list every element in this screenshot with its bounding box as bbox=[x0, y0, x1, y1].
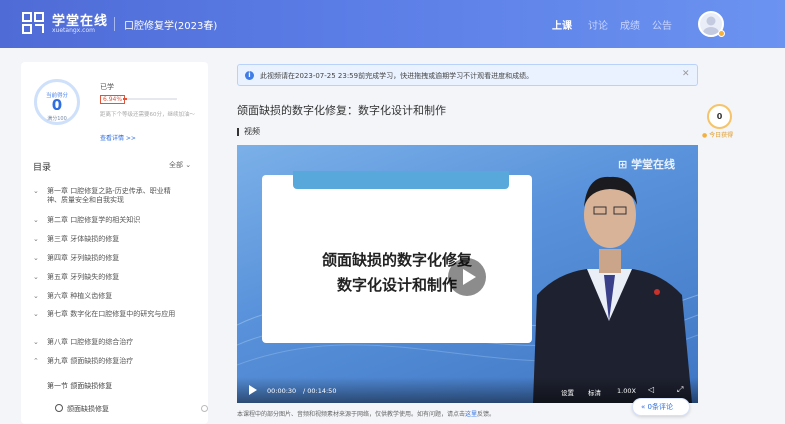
completion-status-icon bbox=[201, 405, 208, 412]
today-points-badge[interactable]: 0 bbox=[707, 104, 732, 129]
chapter-title: 第七章 数字化在口腔修复中的研究与应用 bbox=[47, 310, 176, 318]
play-icon[interactable] bbox=[249, 385, 257, 395]
level-note: 距离下个等级还需要60分，继续加油～ bbox=[100, 112, 195, 118]
nav-tab-discussion[interactable]: 讨论 bbox=[588, 17, 608, 32]
video-watermark: ⊞ 学堂在线 bbox=[618, 156, 675, 172]
current-score-value: 0 bbox=[51, 96, 63, 114]
learned-label: 已学 bbox=[100, 83, 114, 91]
chevron-icon: ⌄ bbox=[33, 254, 39, 262]
course-sidebar: 当前得分 0 满分100 已学 6.94% 距离下个等级还需要60分，继续加油～… bbox=[21, 62, 208, 424]
learned-percent: 6.94% bbox=[100, 95, 126, 104]
top-bar: 学堂在线 xuetangx.com 口腔修复学(2023春) 上课 讨论 成绩 … bbox=[0, 0, 785, 48]
current-time: 00:00:30 bbox=[267, 387, 297, 395]
chevron-icon: ⌄ bbox=[33, 292, 39, 300]
chapter-title: 第一章 口腔修复之路-历史传承、职业精神、质量安全和自我实现 bbox=[47, 187, 171, 204]
header-divider bbox=[114, 17, 115, 31]
video-controls: 00:00:30 / 00:14:50 设置 标清 1.00X ◁ ⤢ bbox=[237, 377, 698, 403]
lesson-item[interactable]: 颌面缺损修复 bbox=[67, 404, 109, 414]
toc-title: 目录 bbox=[33, 163, 52, 173]
fullscreen-icon[interactable]: ⤢ bbox=[677, 385, 683, 395]
nav-tab-grades[interactable]: 成绩 bbox=[620, 17, 640, 32]
chapter-title: 第三章 牙体缺损的修复 bbox=[47, 235, 120, 243]
close-icon[interactable]: ✕ bbox=[682, 69, 690, 79]
info-icon: i bbox=[245, 71, 254, 80]
today-earned-text: 今日获得 bbox=[709, 132, 734, 139]
watermark-text: 学堂在线 bbox=[631, 158, 676, 171]
chapter-title: 第五章 牙列缺失的修复 bbox=[47, 273, 120, 281]
toc-filter-dropdown[interactable]: 全部 ⌄ bbox=[169, 160, 191, 170]
total-time: / 00:14:50 bbox=[303, 387, 337, 395]
nav-tab-class[interactable]: 上课 bbox=[552, 17, 572, 32]
learned-progress-bar bbox=[123, 98, 177, 100]
chapter-title: 第八章 口腔修复的综合治疗 bbox=[47, 338, 134, 346]
chapter-title: 第二章 口腔修复学的相关知识 bbox=[47, 216, 141, 224]
video-player[interactable]: 颌面缺损的数字化修复 数字化设计和制作 ⊞ 学堂在线 00:00:30 / 00… bbox=[237, 145, 698, 403]
full-score-label: 满分100 bbox=[47, 116, 67, 122]
chapter-title: 第六章 种植义齿修复 bbox=[47, 292, 113, 300]
section-item[interactable]: 第一节 颌面缺损修复 bbox=[47, 381, 112, 391]
deadline-notice: i 此视频请在2023-07-25 23:59前完成学习，快进拖拽或逾期学习不计… bbox=[237, 64, 698, 86]
comments-button[interactable]: « 0条评论 bbox=[632, 398, 690, 416]
chapter-title: 第九章 颌面缺损的修复治疗 bbox=[47, 357, 134, 365]
chevron-icon: ⌄ bbox=[33, 187, 39, 195]
chevron-icon: ⌄ bbox=[33, 310, 39, 318]
comments-count: 0条评论 bbox=[647, 403, 673, 411]
copyright-note: 本课程中的部分图片、音频和视频素材来源于网络，仅供教学使用。如有问题，请点击这里… bbox=[237, 409, 495, 418]
double-chevron-left-icon: « bbox=[641, 403, 646, 411]
presenter-figure bbox=[533, 176, 692, 403]
logo-subtext: xuetangx.com bbox=[52, 27, 95, 34]
toc-filter-label: 全部 bbox=[169, 161, 183, 169]
chevron-icon: ⌄ bbox=[33, 216, 39, 224]
volume-icon[interactable]: ◁ bbox=[648, 385, 654, 394]
learned-progress-fill bbox=[123, 98, 127, 100]
score-ring: 当前得分 0 满分100 bbox=[34, 79, 80, 125]
feedback-link[interactable]: 这里 bbox=[465, 411, 477, 418]
copyright-note-prefix: 本课程中的部分图片、音频和视频素材来源于网络，仅供教学使用。如有问题，请点击 bbox=[237, 411, 466, 418]
chevron-icon: ⌄ bbox=[33, 235, 39, 243]
slide-board-tab bbox=[293, 171, 509, 189]
nav-tab-announcements[interactable]: 公告 bbox=[652, 17, 672, 32]
chevron-icon: ⌄ bbox=[33, 338, 39, 346]
chevron-down-icon: ⌄ bbox=[185, 161, 192, 169]
course-title: 口腔修复学(2023春) bbox=[124, 21, 218, 32]
copyright-note-suffix: 反馈。 bbox=[477, 411, 496, 418]
avatar-status-dot bbox=[718, 30, 725, 37]
notice-text: 此视频请在2023-07-25 23:59前完成学习，快进拖拽或逾期学习不计观看… bbox=[260, 72, 534, 80]
speed-button[interactable]: 1.00X bbox=[617, 387, 636, 395]
big-play-button[interactable] bbox=[448, 258, 486, 296]
coin-icon: ● bbox=[702, 132, 708, 139]
chevron-up-icon: ⌃ bbox=[33, 357, 39, 365]
view-details-link[interactable]: 查看详情 >> bbox=[100, 133, 136, 142]
video-section-label: 视频 bbox=[237, 128, 260, 136]
chapter-title: 第四章 牙列缺损的修复 bbox=[47, 254, 120, 262]
today-earned-label: ● 今日获得 bbox=[702, 130, 733, 139]
chevron-icon: ⌄ bbox=[33, 273, 39, 281]
lesson-title: 颌面缺损的数字化修复：数字化设计和制作 bbox=[237, 104, 446, 117]
xuetangx-logo-icon[interactable] bbox=[22, 12, 44, 34]
quality-button[interactable]: 标清 bbox=[588, 387, 601, 397]
play-circle-icon bbox=[55, 404, 63, 412]
settings-button[interactable]: 设置 bbox=[561, 387, 574, 397]
watermark-logo-icon: ⊞ bbox=[618, 158, 628, 171]
